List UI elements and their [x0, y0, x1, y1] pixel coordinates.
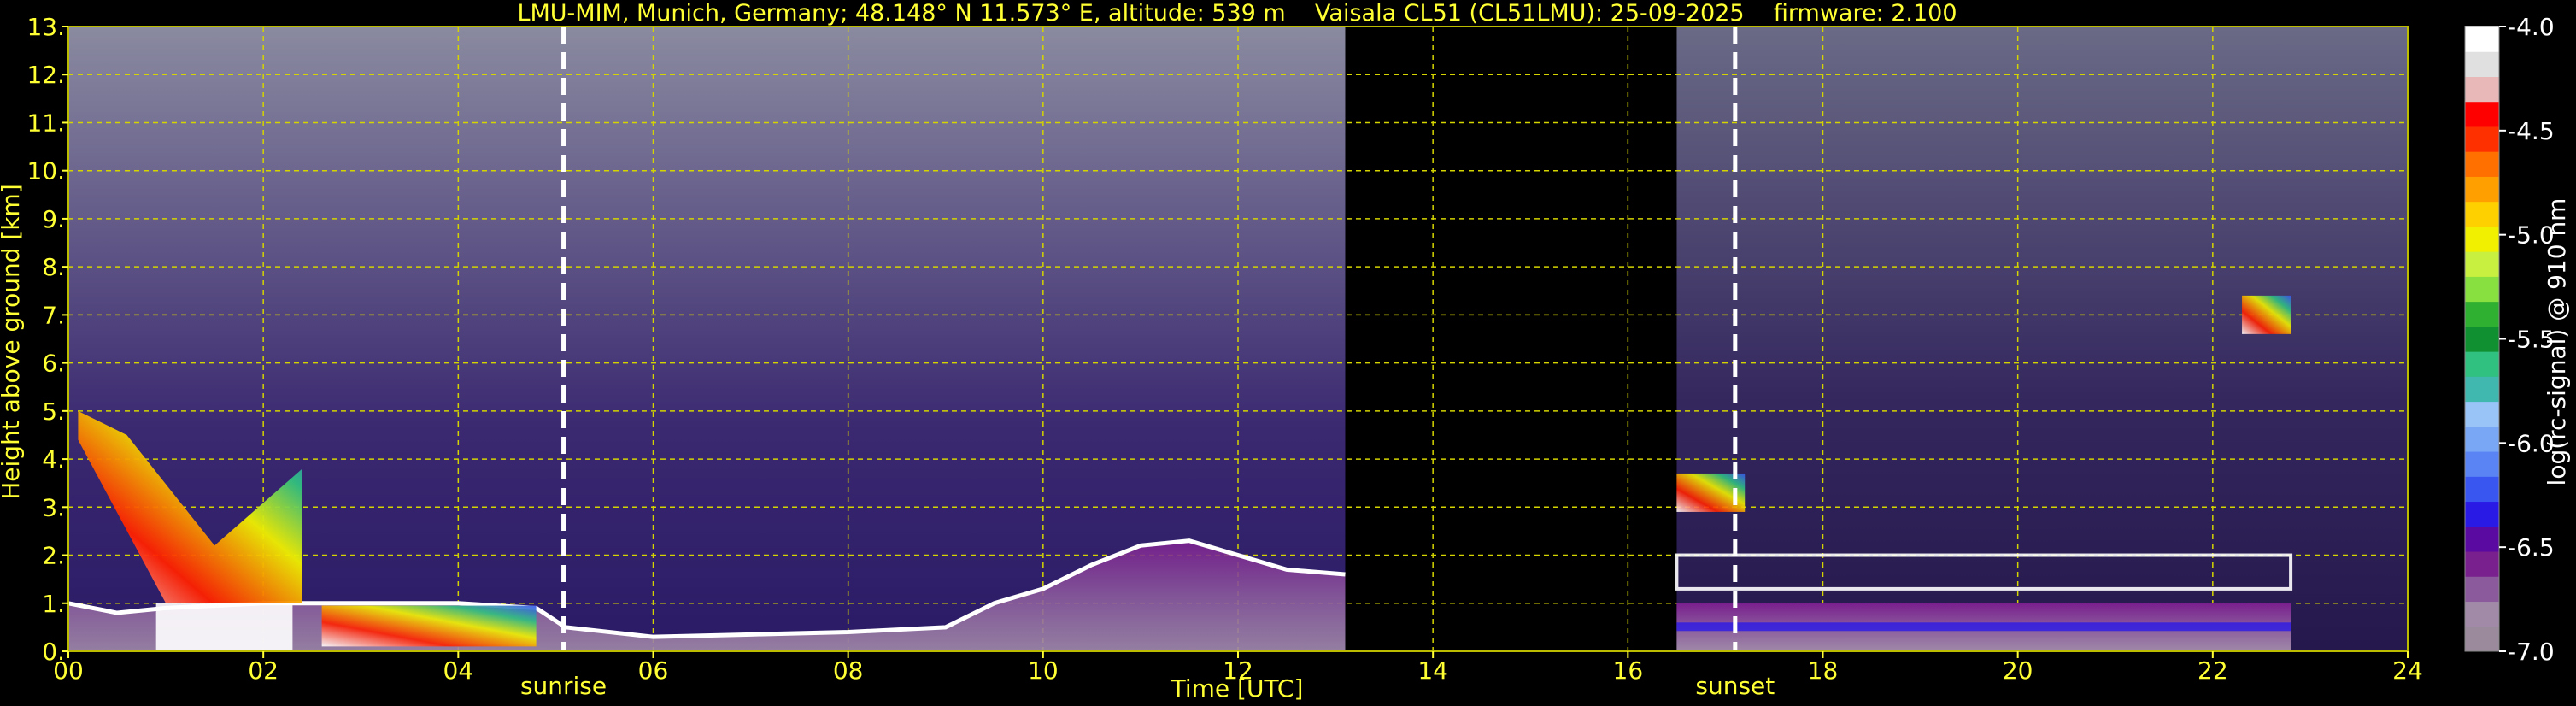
x-tick-label: 18: [1808, 656, 1839, 685]
x-tick-label: 22: [2198, 656, 2228, 685]
cloud-layer: [155, 603, 293, 651]
colorbar-tick-label: -7.0: [2508, 638, 2555, 666]
colorbar-segment: [2465, 426, 2499, 452]
signal-section-evening: [1676, 26, 2408, 651]
colorbar-segment: [2465, 176, 2499, 203]
colorbar-segment: [2465, 551, 2499, 577]
y-tick-label: 10.: [26, 157, 65, 185]
x-tick-label: 16: [1613, 656, 1644, 685]
colorbar-segment: [2465, 601, 2499, 627]
colorbar-segment: [2465, 526, 2499, 552]
evening-aerosol-band: [1676, 622, 2291, 632]
y-tick-label: 2.: [42, 542, 65, 570]
ceilometer-chart: sunrise sunset 00 02 04 06 08 10 12 14 16 18 20 22 24…: [0, 0, 2571, 703]
colorbar-segment: [2465, 576, 2499, 603]
colorbar-tick-label: -4.5: [2508, 117, 2555, 145]
colorbar-segment: [2465, 501, 2499, 527]
y-tick-label: 8.: [42, 253, 65, 281]
colorbar-segment: [2465, 51, 2499, 77]
colorbar-segment: [2465, 451, 2499, 477]
colorbar-segment: [2465, 376, 2499, 403]
colorbar-segment: [2465, 126, 2499, 152]
y-tick-label: 5.: [42, 397, 65, 426]
x-tick-label: 02: [248, 656, 279, 685]
x-tick-label: 06: [638, 656, 669, 685]
cloud-layer: [2242, 295, 2291, 334]
y-tick-label: 4.: [42, 445, 65, 474]
chart-title: LMU-MIM, Munich, Germany; 48.148° N 11.5…: [517, 0, 1957, 26]
y-tick-label: 6.: [42, 350, 65, 378]
y-tick-label: 12.: [26, 61, 65, 89]
colorbar-segment: [2465, 76, 2499, 103]
colorbar-segment: [2465, 301, 2499, 327]
cloud-layer: [321, 605, 537, 647]
colorbar-segment: [2465, 26, 2499, 52]
colorbar-segment: [2465, 226, 2499, 252]
x-tick-label: 10: [1028, 656, 1059, 685]
sunrise-label: sunrise: [520, 672, 607, 700]
y-tick-label: 0.: [42, 638, 65, 666]
x-tick-label: 20: [2003, 656, 2033, 685]
colorbar-tick-label: -6.5: [2508, 533, 2555, 562]
colorbar-segment: [2465, 351, 2499, 377]
colorbar-segment: [2465, 251, 2499, 277]
x-tick-label: 08: [833, 656, 864, 685]
y-tick-label: 3.: [42, 493, 65, 521]
x-axis-label: Time [UTC]: [1171, 674, 1304, 703]
data-gap: [1345, 26, 1677, 651]
x-tick-label: 04: [443, 656, 474, 685]
colorbar-segment: [2465, 151, 2499, 177]
y-tick-label: 1.: [42, 590, 65, 618]
y-tick-label: 7.: [42, 301, 65, 329]
colorbar-segment: [2465, 476, 2499, 503]
y-tick-label: 13.: [26, 13, 65, 41]
colorbar-segment: [2465, 326, 2499, 352]
y-axis-label: Height above ground [km]: [0, 184, 25, 500]
y-tick-label: 9.: [42, 205, 65, 233]
x-tick-label: 24: [2392, 656, 2423, 685]
colorbar-segment: [2465, 401, 2499, 427]
colorbar-label: log(rc-signal) @ 910 nm: [2543, 198, 2571, 486]
colorbar-segment: [2465, 101, 2499, 127]
x-tick-label: 14: [1417, 656, 1448, 685]
y-tick-label: 11.: [26, 109, 65, 137]
colorbar-segment: [2465, 626, 2499, 652]
sunset-label: sunset: [1695, 672, 1775, 700]
colorbar-segment: [2465, 201, 2499, 227]
colorbar-segment: [2465, 276, 2499, 303]
colorbar-tick-label: -4.0: [2508, 13, 2555, 41]
colorbar: -7.0-6.5-6.0-5.5-5.0-4.5-4.0: [2464, 13, 2555, 666]
